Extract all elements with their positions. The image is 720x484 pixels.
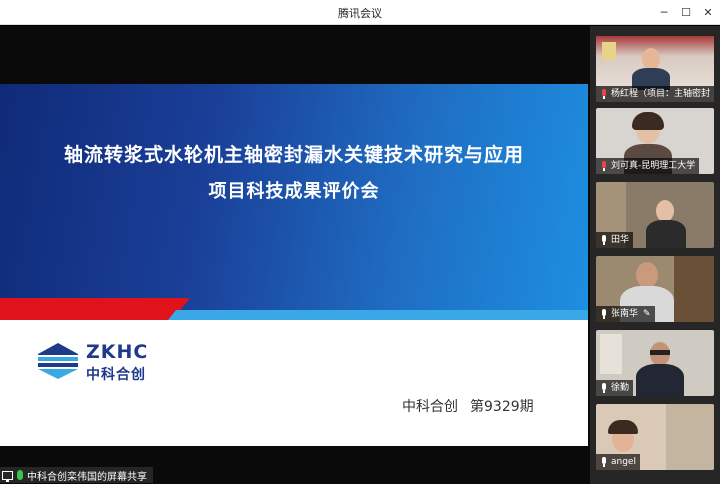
participant-tile[interactable]: 刘可真-昆明理工大学 <box>596 108 714 174</box>
blue-accent-stripe <box>176 310 588 320</box>
participant-tile[interactable]: 张南华 ✎ <box>596 256 714 322</box>
participant-tile[interactable]: angel <box>596 404 714 470</box>
mic-icon <box>600 235 608 245</box>
participant-hair <box>608 420 638 434</box>
participant-face <box>642 48 660 70</box>
slide-subtitle: 项目科技成果评价会 <box>208 181 380 202</box>
video-background <box>666 404 714 470</box>
organizer-name: 中科合创 <box>402 399 458 415</box>
participant-name-bar: 徐勤 <box>596 380 634 396</box>
logo-text: ZKHC <box>86 341 149 363</box>
participant-name: 张南华 <box>611 309 639 319</box>
slide-title: 轴流转浆式水轮机主轴密封漏水关键技术研究与应用 <box>63 144 524 166</box>
participant-name: 刘可真-昆明理工大学 <box>611 161 696 171</box>
presentation-slide: 轴流转浆式水轮机主轴密封漏水关键技术研究与应用 项目科技成果评价会 ZKHC 中… <box>0 84 588 446</box>
close-icon[interactable]: ✕ <box>699 3 717 21</box>
participant-body <box>646 220 686 248</box>
window-title: 腾讯会议 <box>338 7 382 20</box>
participant-hair <box>632 112 664 130</box>
screen-share-icon <box>2 470 13 482</box>
participant-name-bar: angel <box>596 454 640 470</box>
participant-tile[interactable]: 田华 <box>596 182 714 248</box>
participant-name-bar: 刘可真-昆明理工大学 <box>596 158 700 174</box>
participant-name-bar: 田华 <box>596 232 634 248</box>
maximize-icon[interactable]: ☐ <box>677 3 695 21</box>
glasses <box>650 350 670 355</box>
participant-name: angel <box>611 457 636 467</box>
mic-active-icon <box>17 470 23 480</box>
issue-number: 第9329期 <box>470 399 534 415</box>
participant-name: 杨红程（项目：主轴密封 <box>610 89 710 99</box>
shared-screen: 轴流转浆式水轮机主轴密封漏水关键技术研究与应用 项目科技成果评价会 ZKHC 中… <box>0 26 590 466</box>
blue-stripe-tip <box>168 310 176 320</box>
participant-face <box>636 262 658 288</box>
status-bar: 中科合创栾伟国的屏幕共享 <box>0 466 590 484</box>
pencil-icon: ✎ <box>643 309 651 319</box>
share-label-text: 中科合创栾伟国的屏幕共享 <box>27 471 147 483</box>
mic-icon <box>600 309 608 319</box>
red-accent-bar <box>0 298 172 320</box>
participant-name-bar: 张南华 ✎ <box>596 306 655 322</box>
mic-muted-icon <box>600 161 608 171</box>
slide-issue: 中科合创 第9329期 <box>402 396 546 416</box>
participant-tile[interactable]: 杨红程（项目：主轴密封 <box>596 36 714 102</box>
zkhc-logo-icon <box>38 343 78 379</box>
video-background <box>600 334 622 374</box>
mic-icon <box>600 457 608 467</box>
participant-name-bar: 杨红程（项目：主轴密封 <box>596 86 714 102</box>
emblem <box>602 42 616 60</box>
participants-panel: 杨红程（项目：主轴密封 刘可真-昆明理工大学 田华 张南华 ✎ 徐勤 angel <box>590 26 720 484</box>
participant-face <box>656 200 674 222</box>
participant-tile[interactable]: 徐勤 <box>596 330 714 396</box>
participant-name: 徐勤 <box>611 383 630 393</box>
participant-name: 田华 <box>611 235 630 245</box>
logo-text-cn: 中科合创 <box>86 367 146 383</box>
participant-body <box>636 364 684 396</box>
title-bar: 腾讯会议 ─ ☐ ✕ <box>0 0 720 25</box>
screen-share-indicator[interactable]: 中科合创栾伟国的屏幕共享 <box>0 467 153 483</box>
mic-muted-icon <box>600 89 608 99</box>
video-background <box>674 256 714 322</box>
minimize-icon[interactable]: ─ <box>655 3 673 21</box>
mic-icon <box>600 383 608 393</box>
